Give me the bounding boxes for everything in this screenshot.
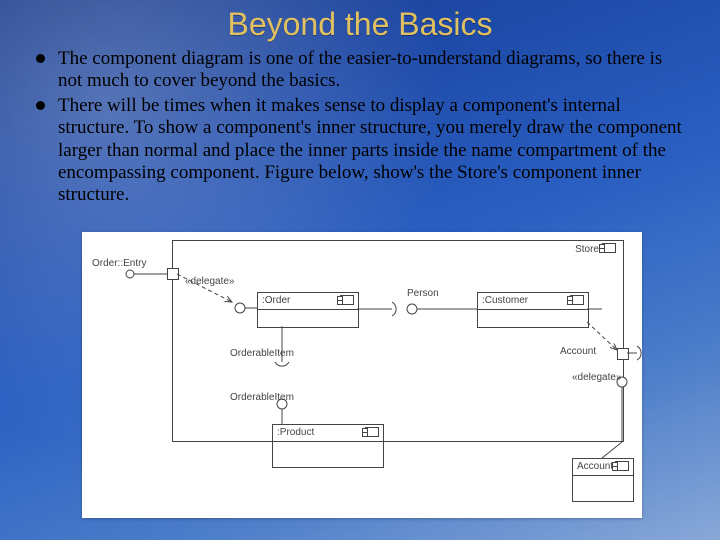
uml-diagram: Store Order::Entry :Order :Customer :Pro… [82, 232, 642, 518]
bullet-item: The component diagram is one of the easi… [30, 48, 690, 93]
person-label: Person [407, 288, 439, 299]
slide-title: Beyond the Basics [0, 6, 720, 43]
delegate-label-2: «delegate» [572, 372, 622, 383]
bullet-list: The component diagram is one of the easi… [30, 48, 690, 207]
account-label: Account [560, 346, 596, 357]
bullet-text: The component diagram is one of the easi… [58, 48, 662, 91]
delegate-label-1: «delegate» [185, 276, 235, 287]
orderable-item-label-2: OrderableItem [230, 392, 294, 403]
uml-connectors [82, 232, 642, 518]
bullet-item: There will be times when it makes sense … [30, 95, 690, 207]
bullet-text: There will be times when it makes sense … [58, 95, 682, 206]
slide-body: The component diagram is one of the easi… [30, 48, 690, 209]
orderable-item-label: OrderableItem [230, 348, 294, 359]
slide: Beyond the Basics The component diagram … [0, 0, 720, 540]
